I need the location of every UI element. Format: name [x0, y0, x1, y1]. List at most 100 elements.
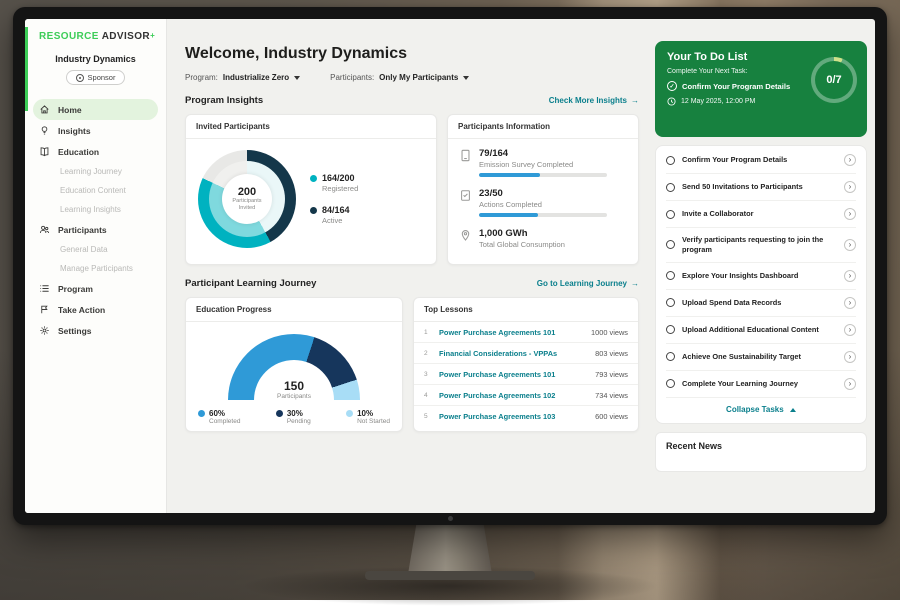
lesson-rank: 3 [424, 371, 432, 378]
lesson-row: 4 Power Purchase Agreements 102 734 view… [414, 385, 638, 406]
lesson-link[interactable]: Power Purchase Agreements 103 [439, 412, 588, 421]
lesson-row: 3 Power Purchase Agreements 101 793 view… [414, 364, 638, 385]
task-checkbox[interactable] [666, 240, 675, 249]
actions-completed-label: Actions Completed [479, 200, 607, 209]
book-icon [39, 146, 50, 157]
lesson-views: 803 views [595, 349, 628, 358]
sidebar-item-label: Learning Journey [60, 167, 122, 176]
actions-completed-value: 23/50 [479, 188, 607, 199]
invited-participants-card: Invited Participants 200 Participants In… [185, 114, 437, 265]
lesson-link[interactable]: Power Purchase Agreements 102 [439, 391, 588, 400]
sidebar-item-settings[interactable]: Settings [33, 320, 158, 341]
sponsor-icon [76, 74, 84, 82]
task-item-complete-learning-journey[interactable]: Complete Your Learning Journey › [666, 371, 856, 398]
chevron-right-icon[interactable]: › [844, 154, 856, 166]
task-item-verify-participants[interactable]: Verify participants requesting to join t… [666, 228, 856, 263]
recent-news-title: Recent News [666, 441, 722, 451]
task-label: Explore Your Insights Dashboard [682, 271, 837, 281]
collapse-label: Collapse Tasks [726, 405, 784, 414]
actions-completed-progress-fill [479, 213, 538, 217]
task-label: Send 50 Invitations to Participants [682, 182, 837, 192]
sidebar-item-manage-participants[interactable]: Manage Participants [33, 259, 158, 278]
arrow-right-icon: → [631, 96, 639, 105]
sidebar-item-learning-journey[interactable]: Learning Journey [33, 162, 158, 181]
invited-card-body: 200 Participants Invited 164/200 Registe… [186, 139, 436, 259]
logo-resource: RESOURCE [39, 31, 99, 42]
sidebar-item-home[interactable]: Home [33, 99, 158, 120]
sidebar-item-general-data[interactable]: General Data [33, 240, 158, 259]
go-to-learning-journey-link[interactable]: Go to Learning Journey → [537, 279, 639, 288]
chevron-down-icon [463, 76, 469, 80]
sidebar: RESOURCE ADVISOR+ Industry Dynamics Spon… [25, 19, 167, 513]
chevron-right-icon[interactable]: › [844, 297, 856, 309]
task-item-confirm-program[interactable]: Confirm Your Program Details › [666, 147, 856, 174]
sidebar-item-insights[interactable]: Insights [33, 120, 158, 141]
task-list-card: Confirm Your Program Details › Send 50 I… [655, 145, 867, 424]
learning-journey-header: Participant Learning Journey Go to Learn… [185, 278, 639, 289]
legend-not-started: 10% Not Started [346, 409, 390, 425]
pending-label: Pending [287, 418, 311, 425]
registered-dot [310, 175, 317, 182]
task-checkbox[interactable] [666, 379, 675, 388]
task-item-achieve-target[interactable]: Achieve One Sustainability Target › [666, 344, 856, 371]
monitor-stand-base [365, 571, 535, 580]
list-icon [39, 283, 50, 294]
chevron-right-icon[interactable]: › [844, 378, 856, 390]
chevron-right-icon[interactable]: › [844, 270, 856, 282]
not-started-value: 10% [357, 409, 373, 418]
sidebar-item-program[interactable]: Program [33, 278, 158, 299]
task-checkbox[interactable] [666, 298, 675, 307]
task-checkbox[interactable] [666, 183, 675, 192]
consumption-label: Total Global Consumption [479, 240, 565, 249]
recent-news-card: Recent News [655, 432, 867, 472]
task-label: Achieve One Sustainability Target [682, 352, 837, 362]
task-item-send-invitations[interactable]: Send 50 Invitations to Participants › [666, 174, 856, 201]
lesson-views: 793 views [595, 370, 628, 379]
task-checkbox[interactable] [666, 156, 675, 165]
program-filter[interactable]: Program: Industrialize Zero [185, 73, 300, 82]
invited-donut-center: 200 Participants Invited [222, 174, 272, 224]
collapse-tasks-button[interactable]: Collapse Tasks [666, 398, 856, 422]
sidebar-item-label: Education Content [60, 186, 126, 195]
sidebar-item-take-action[interactable]: Take Action [33, 299, 158, 320]
people-icon [39, 224, 50, 235]
lesson-link[interactable]: Power Purchase Agreements 101 [439, 328, 584, 337]
sidebar-item-education[interactable]: Education [33, 141, 158, 162]
check-icon: ✓ [667, 81, 677, 91]
task-item-explore-insights[interactable]: Explore Your Insights Dashboard › [666, 263, 856, 290]
lesson-link[interactable]: Power Purchase Agreements 101 [439, 370, 588, 379]
task-item-invite-collaborator[interactable]: Invite a Collaborator › [666, 201, 856, 228]
participants-filter[interactable]: Participants: Only My Participants [330, 73, 469, 82]
task-checkbox[interactable] [666, 352, 675, 361]
lesson-link[interactable]: Financial Considerations - VPPAs [439, 349, 588, 358]
sidebar-item-learning-insights[interactable]: Learning Insights [33, 200, 158, 219]
chevron-right-icon[interactable]: › [844, 208, 856, 220]
info-card-body: 79/164 Emission Survey Completed 23/50 A… [448, 139, 638, 264]
chevron-right-icon[interactable]: › [844, 351, 856, 363]
chevron-right-icon[interactable]: › [844, 239, 856, 251]
bulb-icon [39, 125, 50, 136]
pending-dot [276, 410, 283, 417]
chevron-right-icon[interactable]: › [844, 324, 856, 336]
task-item-upload-spend-data[interactable]: Upload Spend Data Records › [666, 290, 856, 317]
org-name: Industry Dynamics [25, 54, 166, 64]
task-item-upload-educational-content[interactable]: Upload Additional Educational Content › [666, 317, 856, 344]
flag-icon [39, 304, 50, 315]
task-checkbox[interactable] [666, 271, 675, 280]
sidebar-item-participants[interactable]: Participants [33, 219, 158, 240]
invited-legend: 164/200 Registered 84/164 Active [310, 173, 358, 225]
logo-advisor: ADVISOR [102, 31, 150, 42]
not-started-dot [346, 410, 353, 417]
scene-background: RESOURCE ADVISOR+ Industry Dynamics Spon… [0, 0, 900, 600]
task-checkbox[interactable] [666, 325, 675, 334]
sidebar-item-label: Take Action [58, 305, 105, 315]
todo-panel: Your To Do List Complete Your Next Task:… [655, 41, 867, 513]
legend-completed: 60% Completed [198, 409, 240, 425]
participants-filter-label: Participants: [330, 73, 374, 82]
todo-next-task[interactable]: ✓ Confirm Your Program Details [667, 81, 807, 91]
sidebar-item-education-content[interactable]: Education Content [33, 181, 158, 200]
check-more-insights-link[interactable]: Check More Insights → [549, 96, 639, 105]
task-checkbox[interactable] [666, 210, 675, 219]
registered-label: Registered [322, 184, 358, 193]
chevron-right-icon[interactable]: › [844, 181, 856, 193]
